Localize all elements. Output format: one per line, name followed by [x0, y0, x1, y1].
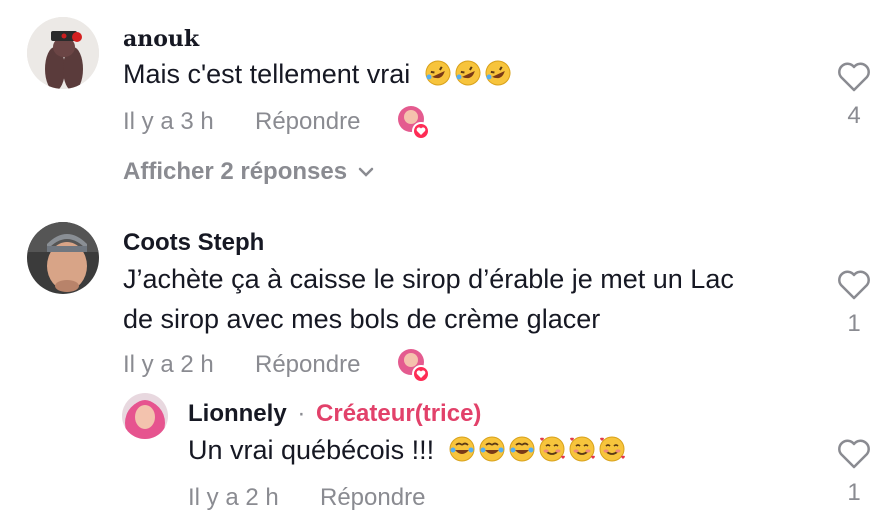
like-count: 1 — [847, 479, 861, 506]
like-button[interactable]: 1 — [834, 439, 874, 507]
chevron-down-icon — [358, 167, 374, 177]
comment-author[interactable]: anouk — [123, 26, 199, 52]
smiling-hearts-icon — [538, 433, 566, 462]
joy-icon — [508, 433, 536, 462]
separator-dot: · — [297, 400, 306, 427]
reply-author[interactable]: Lionnely — [188, 400, 287, 427]
liked-by-creator-badge — [397, 104, 430, 140]
liked-by-creator-badge — [397, 347, 430, 383]
rofl-icon — [484, 57, 512, 86]
rofl-icon — [454, 57, 482, 86]
avatar-coots-steph[interactable] — [27, 222, 99, 294]
view-replies-button[interactable]: Afficher 2 réponses — [123, 158, 375, 186]
like-count: 4 — [847, 102, 861, 129]
smiling-hearts-icon — [598, 433, 626, 462]
reply-button[interactable]: Répondre — [255, 108, 360, 136]
comment-text-body: Mais c'est tellement vrai — [123, 59, 411, 89]
comment-text-line-1: J’achète ça à caisse le sirop d’érable j… — [123, 264, 734, 294]
reply-header: Lionnely · Créateur(trice) — [188, 400, 481, 428]
joy-icon — [448, 433, 476, 462]
like-button[interactable]: 1 — [834, 270, 874, 338]
reply-timestamp: Il y a 2 h — [188, 484, 279, 511]
creator-badge: Créateur(trice) — [316, 400, 482, 427]
like-count: 1 — [847, 310, 861, 337]
like-button[interactable]: 4 — [834, 62, 874, 130]
comment-text-line-2: de sirop avec mes bols de crème glacer — [123, 304, 601, 334]
joy-icon — [478, 433, 506, 462]
smiling-hearts-icon — [568, 433, 596, 462]
avatar-anouk[interactable] — [27, 17, 99, 89]
view-replies-label: Afficher 2 réponses — [123, 158, 348, 185]
comment-timestamp: Il y a 3 h — [123, 108, 214, 135]
comment-author[interactable]: Coots Steph — [123, 229, 264, 257]
reply-button[interactable]: Répondre — [255, 351, 360, 379]
heart-outline-icon[interactable] — [837, 439, 871, 469]
avatar-lionnely[interactable] — [122, 393, 168, 439]
comment-text: Mais c'est tellement vrai — [123, 53, 514, 95]
rofl-icon — [424, 57, 452, 86]
reply-text: Un vrai québécois !!! — [188, 429, 628, 471]
comment-timestamp: Il y a 2 h — [123, 351, 214, 378]
reply-button[interactable]: Répondre — [320, 484, 425, 512]
heart-outline-icon[interactable] — [837, 270, 871, 300]
reply-text-body: Un vrai québécois !!! — [188, 435, 435, 465]
heart-outline-icon[interactable] — [837, 62, 871, 92]
